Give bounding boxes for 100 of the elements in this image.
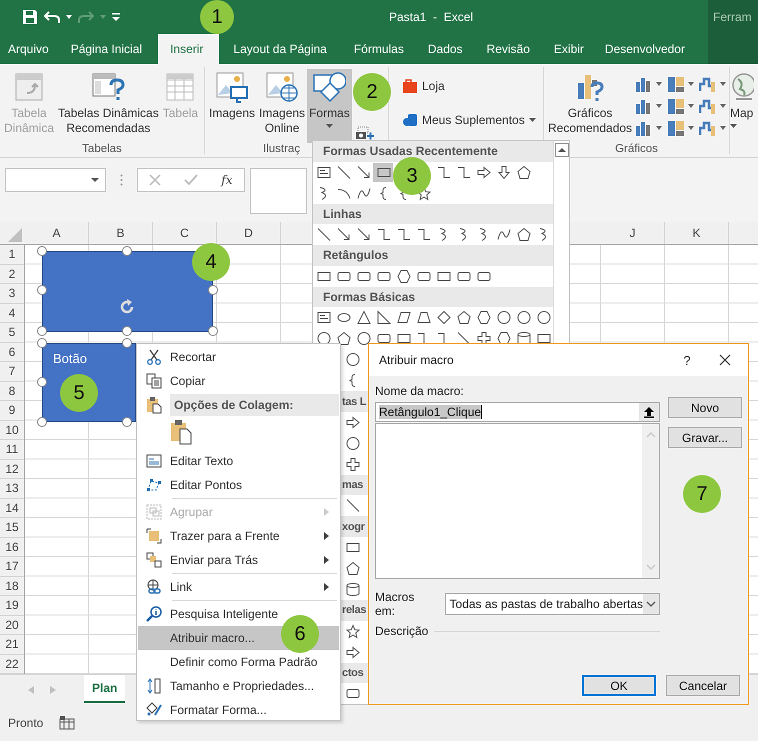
caret-icon <box>528 118 536 122</box>
caret-icon[interactable] <box>66 15 72 19</box>
rotate-handle-icon[interactable] <box>118 298 136 316</box>
resize-handle[interactable] <box>122 417 132 427</box>
chart-icon <box>667 76 686 92</box>
ribbon-button[interactable]: Tabelas Dinâmicas Recomendadas <box>56 69 161 143</box>
row-header[interactable]: 4 <box>0 304 24 323</box>
menu-item[interactable]: Trazer para a Frente <box>138 524 339 548</box>
row-header[interactable]: 12 <box>0 460 24 479</box>
ribbon-button[interactable]: Loja <box>399 75 448 97</box>
row-header[interactable]: 18 <box>0 576 24 596</box>
row-header[interactable]: 16 <box>0 538 24 557</box>
menu-item[interactable]: Editar Texto <box>138 449 339 473</box>
ribbon-tab[interactable]: Arquivo <box>0 34 59 64</box>
send-backward-icon <box>146 552 162 568</box>
resize-handle[interactable] <box>208 285 218 295</box>
ribbon-tab[interactable]: Fórmulas <box>342 34 417 64</box>
row-header[interactable]: 22 <box>0 654 24 674</box>
row-header[interactable]: 17 <box>0 557 24 576</box>
submenu-arrow-icon <box>324 508 329 516</box>
dialog-button[interactable]: Gravar... <box>668 427 742 448</box>
row-header[interactable]: 2 <box>0 264 24 284</box>
chart-icon <box>667 120 686 136</box>
resize-handle[interactable] <box>37 417 47 427</box>
menu-item[interactable]: Tamanho e Propriedades... <box>138 674 339 698</box>
chart-icon <box>667 98 686 114</box>
row-header[interactable]: 10 <box>0 420 24 440</box>
menu-item[interactable]: Copiar <box>138 369 339 393</box>
copy-icon <box>146 373 162 389</box>
chevron-down-icon <box>646 601 656 607</box>
gallery-section-heading: Retângulos <box>323 248 388 262</box>
pivot-table-icon <box>13 71 45 103</box>
undo-icon[interactable] <box>44 10 60 24</box>
window-title: Pasta1 - Excel <box>389 10 474 24</box>
ribbon-tab[interactable]: Desenvolvedor <box>596 34 695 64</box>
column-header[interactable]: B <box>89 222 153 244</box>
globe-icon <box>730 71 754 103</box>
column-header[interactable]: K <box>665 222 729 244</box>
menu-item[interactable]: Editar Pontos <box>138 473 339 497</box>
row-header[interactable]: 13 <box>0 479 24 498</box>
row-header[interactable]: 11 <box>0 440 24 460</box>
resize-handle[interactable] <box>37 246 47 256</box>
ribbon-button[interactable]: Imagens <box>207 69 258 143</box>
row-header[interactable]: 20 <box>0 616 24 635</box>
row-header[interactable]: 1 <box>0 245 24 264</box>
menu-item[interactable]: Enviar para Trás <box>138 548 339 572</box>
submenu-arrow-icon <box>324 556 329 564</box>
caret-icon <box>688 82 694 86</box>
row-header[interactable]: 5 <box>0 323 24 342</box>
menu-item[interactable]: Definir como Forma Padrão <box>138 650 339 674</box>
row-header[interactable]: 3 <box>0 284 24 304</box>
resize-handle[interactable] <box>37 285 47 295</box>
save-icon[interactable] <box>22 9 38 25</box>
row-header[interactable]: 19 <box>0 596 24 616</box>
row-header[interactable]: 15 <box>0 518 24 538</box>
row-header[interactable]: 6 <box>0 342 24 362</box>
ribbon-tab[interactable]: Inserir <box>158 34 220 64</box>
row-header[interactable]: 21 <box>0 635 24 654</box>
ribbon-button[interactable]: Map <box>730 69 756 143</box>
ribbon-tab[interactable]: Exibir <box>542 34 597 64</box>
macro-name-field[interactable]: Retângulo1_Clique <box>375 402 660 422</box>
resize-handle[interactable] <box>37 377 47 387</box>
ribbon-tab[interactable]: Página Inicial <box>58 34 152 64</box>
resize-handle[interactable] <box>122 246 132 256</box>
bring-forward-icon <box>146 528 162 544</box>
ribbon-button[interactable]: Gráficos Recomendados <box>546 69 634 143</box>
menu-item[interactable]: Recortar <box>138 345 339 369</box>
ribbon-button[interactable]: Imagens Online <box>257 69 308 143</box>
ribbon-tab[interactable]: Dados <box>416 34 476 64</box>
ribbon-tab[interactable]: Revisão <box>476 34 543 64</box>
sheet-tab[interactable]: Plan <box>84 675 126 703</box>
resize-handle[interactable] <box>208 326 218 336</box>
paint-brush-icon <box>146 702 162 718</box>
column-header[interactable]: J <box>601 222 665 244</box>
ribbon-tab[interactable]: Layout da Página <box>225 34 343 64</box>
macros-in-dropdown[interactable]: Todas as pastas de trabalho abertas <box>444 593 660 615</box>
check-icon[interactable] <box>184 174 198 186</box>
caret-icon <box>720 104 726 108</box>
ribbon-button[interactable]: Meus Suplementos <box>399 109 539 131</box>
column-header[interactable]: D <box>217 222 281 244</box>
menu-item[interactable]: Formatar Forma... <box>138 698 339 722</box>
shapes-icon <box>312 71 346 103</box>
dialog-button[interactable]: Novo <box>668 397 742 418</box>
customize-toolbar-icon[interactable] <box>112 13 120 21</box>
formula-input[interactable] <box>250 168 307 214</box>
row-header[interactable]: 8 <box>0 382 24 401</box>
ribbon-button[interactable]: Formas <box>307 69 352 143</box>
column-header[interactable]: A <box>25 222 89 244</box>
record-macro-icon[interactable] <box>59 716 76 730</box>
ok-button[interactable]: OK <box>582 675 656 696</box>
row-header[interactable]: 14 <box>0 498 24 518</box>
help-button[interactable]: ? <box>672 352 702 368</box>
row-header[interactable]: 9 <box>0 401 24 420</box>
caret-icon <box>720 82 726 86</box>
row-header[interactable]: 7 <box>0 362 24 382</box>
upload-arrow-icon[interactable] <box>643 406 655 418</box>
cancel-button[interactable]: Cancelar <box>666 675 740 696</box>
caret-icon <box>326 124 333 128</box>
insert-function-button[interactable]: fx <box>221 173 233 187</box>
scroll-up-icon[interactable] <box>555 143 569 157</box>
